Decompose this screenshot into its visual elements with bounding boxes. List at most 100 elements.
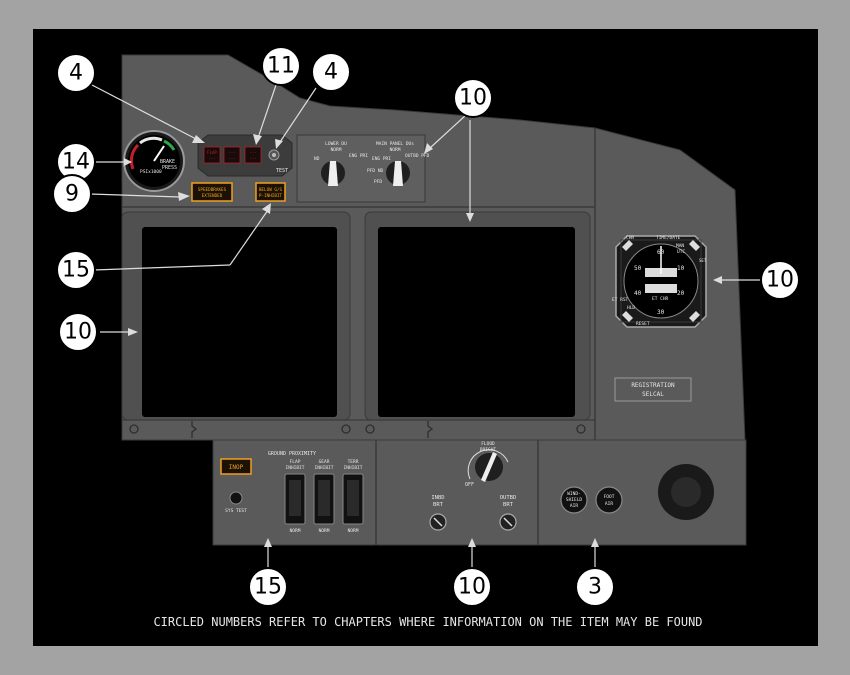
callout-4: 4 <box>56 53 96 93</box>
svg-text:14: 14 <box>62 150 90 175</box>
gpws-title: GROUND PROXIMITY <box>268 451 316 457</box>
off-label: OFF <box>465 482 474 488</box>
clock-man-label: MAN <box>676 243 684 249</box>
annunciator-text: --- <box>228 150 235 155</box>
annunciator-text: --- <box>249 156 256 161</box>
svg-text:15: 15 <box>254 575 282 600</box>
annunciator-text: --- <box>249 150 256 155</box>
lower-du-right: ENG PRI <box>349 153 368 159</box>
selcal-text: SELCAL <box>642 391 664 398</box>
svg-text:4: 4 <box>69 61 83 86</box>
flap-inhibit-switch[interactable] <box>284 473 306 525</box>
windshield-air-text: AIR <box>570 503 578 509</box>
display-unit-left <box>142 227 337 417</box>
clock-et-rst-label: ET RST <box>612 297 629 303</box>
callout-15: 15 <box>248 567 288 607</box>
callout-15: 15 <box>56 250 96 290</box>
foot-air-text: FOOT <box>604 494 615 500</box>
clock-50: 50 <box>634 265 642 272</box>
flood-label: FLOOD <box>481 441 495 447</box>
gpws-sys-test-button[interactable] <box>229 491 243 505</box>
main-du-right: OUTBD PFD <box>405 153 430 159</box>
panel-diagram: BRAKE PRESS PSIx1000 FLAP --- --- --- --… <box>33 29 818 646</box>
switch-label: FLAP <box>290 459 301 465</box>
clock-60: 60 <box>657 249 665 256</box>
clock-40: 40 <box>634 290 642 297</box>
svg-text:10: 10 <box>64 320 92 345</box>
foot-air-text: AIR <box>605 501 613 507</box>
bright-label: BRIGHT <box>480 447 497 453</box>
callout-10: 10 <box>58 312 98 352</box>
switch-label: INHIBIT <box>315 465 334 471</box>
svg-text:10: 10 <box>459 86 487 111</box>
clock-utc-label: UTC <box>677 249 685 255</box>
clock-10: 10 <box>677 265 685 272</box>
svg-text:10: 10 <box>766 268 794 293</box>
outbd-brightness-knob[interactable] <box>499 513 517 531</box>
clock-time-date-label: TIME/DATE <box>656 235 681 241</box>
switch-label: GEAR <box>319 459 330 465</box>
switch-norm-label: NORM <box>290 528 301 534</box>
annunciator-text: FLAP <box>207 150 217 155</box>
lower-du-norm: NORM <box>331 147 342 153</box>
callout-3: 3 <box>575 567 615 607</box>
clock-hld-label: HLD <box>627 305 635 311</box>
switch-norm-label: NORM <box>319 528 330 534</box>
windshield-air-text: SHIELD <box>566 497 583 503</box>
svg-text:15: 15 <box>62 258 90 283</box>
windshield-air-text: WIND- <box>567 491 581 497</box>
below-gs-text: P-INHIBIT <box>259 193 283 199</box>
main-du-norm: NORM <box>390 147 401 153</box>
outbd-label: OUTBD <box>500 495 517 501</box>
callout-10: 10 <box>760 260 800 300</box>
callout-11: 11 <box>261 46 301 86</box>
lower-du-title: LOWER DU <box>325 141 347 147</box>
inbd-brt-label: BRT <box>433 502 444 508</box>
clock-reset-label: RESET <box>636 321 650 327</box>
footer-note: CIRCLED NUMBERS REFER TO CHAPTERS WHERE … <box>153 615 702 629</box>
callout-10: 10 <box>452 567 492 607</box>
svg-text:10: 10 <box>458 575 486 600</box>
inbd-brightness-knob[interactable] <box>429 513 447 531</box>
clock: CHR TIME/DATE MAN UTC SET ET RST HLD ET … <box>612 235 707 328</box>
main-du-lower-left: PFD ND <box>367 168 384 174</box>
clock-20: 20 <box>677 290 685 297</box>
terr-inhibit-switch[interactable] <box>342 473 364 525</box>
gauge-units: PSIx1000 <box>140 169 162 175</box>
inbd-label: INBD <box>431 495 444 501</box>
below-gs-text: BELOW G/S <box>259 187 283 193</box>
callout-4: 4 <box>311 52 351 92</box>
svg-text:11: 11 <box>267 54 295 79</box>
clock-et-chr-label: ET CHR <box>652 296 669 302</box>
main-du-lower: PFD <box>374 179 382 185</box>
foot-air-button[interactable] <box>595 486 623 514</box>
svg-text:9: 9 <box>65 182 79 207</box>
brake-pressure-gauge: BRAKE PRESS PSIx1000 <box>123 130 185 192</box>
clock-chr-label: CHR <box>626 235 634 241</box>
switch-label: INHIBIT <box>344 465 363 471</box>
annunciator-text: --- <box>228 156 235 161</box>
callout-9: 9 <box>52 174 92 214</box>
outbd-brt-label: BRT <box>503 502 514 508</box>
annunciator-text: --- <box>208 156 215 161</box>
switch-label: TERR <box>348 459 359 465</box>
registration-text: REGISTRATION <box>631 382 675 389</box>
gear-inhibit-switch[interactable] <box>313 473 335 525</box>
sys-test-label: SYS TEST <box>225 508 247 514</box>
main-du-title: MAIN PANEL DUs <box>376 141 414 147</box>
gauge-label-press: PRESS <box>162 165 177 171</box>
clock-30: 30 <box>657 309 665 316</box>
clock-set-label: SET <box>699 258 707 263</box>
main-du-left: ENG PRI <box>372 156 391 162</box>
switch-norm-label: NORM <box>348 528 359 534</box>
svg-text:4: 4 <box>324 60 338 85</box>
switch-label: INHIBIT <box>286 465 305 471</box>
callout-10: 10 <box>453 78 493 118</box>
speedbrakes-text: EXTENDED <box>202 193 223 199</box>
air-outlet[interactable] <box>658 464 714 520</box>
speedbrakes-text: SPEEDBRAKES <box>198 187 227 193</box>
lower-du-left: ND <box>314 156 320 162</box>
gpws-inop-text: INOP <box>229 464 244 471</box>
svg-text:3: 3 <box>588 575 602 600</box>
display-unit-right <box>378 227 575 417</box>
